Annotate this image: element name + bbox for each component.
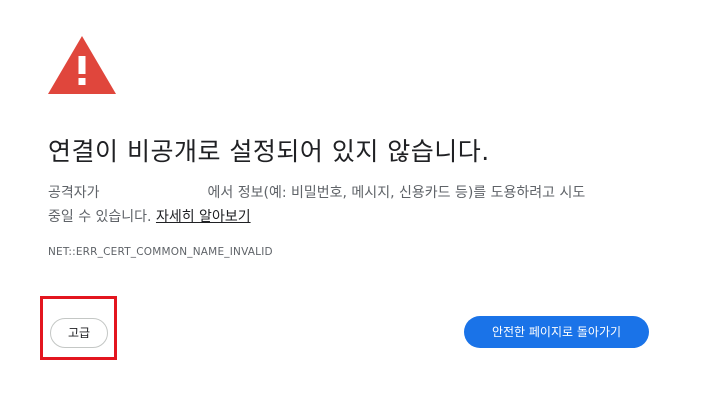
- error-code: NET::ERR_CERT_COMMON_NAME_INVALID: [48, 246, 273, 258]
- back-to-safety-button[interactable]: 안전한 페이지로 돌아가기: [464, 316, 649, 348]
- learn-more-link[interactable]: 자세히 알아보기: [156, 209, 251, 225]
- page-title: 연결이 비공개로 설정되어 있지 않습니다.: [48, 137, 490, 166]
- description-line-1: 공격자가 에서 정보(예: 비밀번호, 메시지, 신용카드 등)를 도용하려고 시…: [48, 181, 658, 205]
- warning-description: 공격자가 에서 정보(예: 비밀번호, 메시지, 신용카드 등)를 도용하려고 시…: [48, 181, 658, 229]
- warning-triangle-icon: [48, 36, 116, 94]
- description-line-1-rest: 에서 정보(예: 비밀번호, 메시지, 신용카드 등)를 도용하려고 시도: [207, 185, 586, 201]
- description-line-2: 중일 수 있습니다. 자세히 알아보기: [48, 205, 658, 229]
- description-prefix: 공격자가: [48, 185, 100, 201]
- advanced-button[interactable]: 고급: [50, 318, 108, 348]
- description-line-2-text: 중일 수 있습니다.: [48, 209, 156, 225]
